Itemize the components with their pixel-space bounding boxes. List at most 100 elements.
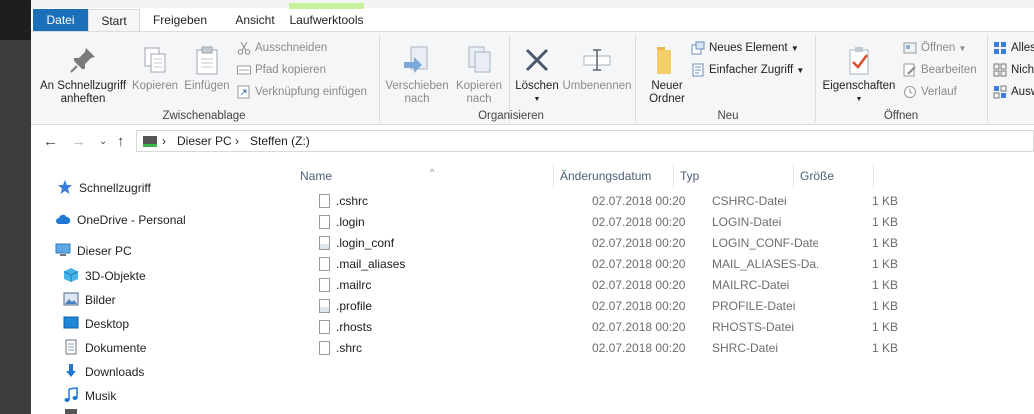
- new-folder-button[interactable]: Neuer Ordner: [641, 44, 693, 106]
- cloud-icon: [56, 214, 71, 224]
- nav-label-3d-objects: 3D-Objekte: [85, 269, 146, 283]
- group-label-zwischenablage: Zwischenablage: [162, 110, 246, 122]
- nav-item-music[interactable]: Musik: [63, 385, 116, 407]
- pin-icon: [70, 48, 95, 73]
- edit-button[interactable]: Bearbeiten: [903, 60, 977, 80]
- column-header-name[interactable]: ^ Name: [294, 164, 554, 188]
- copy-to-button[interactable]: Kopieren nach: [451, 44, 507, 106]
- delete-label: Löschen: [515, 80, 559, 92]
- file-date: 02.07.2018 00:20: [592, 278, 686, 292]
- breadcrumb-steffen[interactable]: Steffen (Z:): [250, 134, 310, 148]
- nav-item-pictures[interactable]: Bilder: [63, 289, 116, 311]
- file-name: .login_conf: [336, 236, 395, 250]
- pin-quick-access-button[interactable]: An Schnellzugriff anheften: [35, 44, 131, 106]
- select-none-label: Nich: [1011, 64, 1034, 76]
- tab-laufwerktools[interactable]: Laufwerktools: [289, 3, 364, 31]
- open-button[interactable]: Öffnen ▼: [903, 38, 966, 58]
- background-window-highlight: [0, 0, 31, 40]
- copy-path-button[interactable]: Pfad kopieren: [237, 60, 326, 80]
- paste-label: Einfügen: [184, 80, 230, 92]
- nav-label-desktop: Desktop: [85, 317, 130, 331]
- nav-item-this-pc[interactable]: Dieser PC: [55, 240, 132, 262]
- tab-freigeben[interactable]: Freigeben: [141, 9, 219, 31]
- shortcut-icon: [237, 85, 250, 99]
- nav-label-onedrive: OneDrive - Personal: [77, 213, 186, 227]
- new-item-label: Neues Element: [709, 42, 788, 54]
- move-to-button[interactable]: Verschieben nach: [385, 44, 449, 106]
- select-all-button[interactable]: Alles: [993, 38, 1034, 58]
- copy-icon: [144, 47, 166, 73]
- column-header-type[interactable]: Typ: [674, 164, 794, 188]
- file-date: 02.07.2018 00:20: [592, 194, 686, 208]
- breadcrumb-chevron-icon[interactable]: ›: [162, 134, 166, 148]
- select-none-button[interactable]: Nich: [993, 60, 1034, 80]
- cube-icon: [63, 268, 79, 282]
- easy-access-dropdown-icon: ▼: [796, 66, 805, 75]
- forward-arrow-icon[interactable]: →: [71, 133, 86, 150]
- rename-button[interactable]: Umbenennen: [561, 44, 633, 93]
- tab-datei[interactable]: Datei: [33, 9, 88, 31]
- column-label-name: Name: [300, 169, 333, 183]
- address-bar[interactable]: › Dieser PC › Steffen (Z:): [136, 130, 1034, 152]
- file-row[interactable]: .rhosts 02.07.2018 00:20 RHOSTS-Datei 1 …: [302, 317, 898, 338]
- column-header-date[interactable]: Änderungsdatum: [554, 164, 674, 188]
- file-type: RHOSTS-Datei: [712, 320, 795, 334]
- ribbon-separator: [987, 36, 988, 122]
- scissors-icon: [237, 41, 251, 55]
- properties-label: Eigenschaften: [822, 80, 896, 92]
- file-row[interactable]: .login 02.07.2018 00:20 LOGIN-Datei 1 KB: [302, 212, 898, 233]
- nav-item-quick-access[interactable]: Schnellzugriff: [57, 177, 151, 199]
- column-label-date: Änderungsdatum: [560, 169, 652, 183]
- select-all-label: Alles: [1011, 42, 1034, 54]
- file-row[interactable]: .shrc 02.07.2018 00:20 SHRC-Datei 1 KB: [302, 338, 898, 359]
- tab-ansicht[interactable]: Ansicht: [221, 9, 289, 31]
- cut-button[interactable]: Ausschneiden: [237, 38, 327, 58]
- breadcrumb-chevron-icon[interactable]: ›: [235, 134, 239, 148]
- nav-label-documents: Dokumente: [85, 341, 147, 355]
- file-size: 1 KB: [871, 215, 898, 229]
- file-row[interactable]: .mailrc 02.07.2018 00:20 MAILRC-Datei 1 …: [302, 275, 898, 296]
- file-icon: [319, 215, 330, 229]
- navigation-bar: ← → ⌄ ↑ › Dieser PC › Steffen (Z:): [31, 126, 1034, 158]
- file-row[interactable]: .mail_aliases 02.07.2018 00:20 MAIL_ALIA…: [302, 254, 898, 275]
- tab-start[interactable]: Start: [88, 9, 140, 31]
- up-arrow-icon[interactable]: ↑: [117, 133, 125, 150]
- breadcrumb-dieser-pc[interactable]: Dieser PC: [177, 134, 232, 148]
- easy-access-button[interactable]: Einfacher Zugriff ▼: [691, 60, 804, 80]
- paste-shortcut-button[interactable]: Verknüpfung einfügen: [237, 82, 367, 102]
- nav-item-downloads[interactable]: Downloads: [63, 361, 144, 383]
- new-item-button[interactable]: Neues Element ▼: [691, 38, 799, 58]
- folder-icon: [657, 47, 671, 74]
- nav-item-documents[interactable]: Dokumente: [63, 337, 146, 359]
- nav-label-pictures: Bilder: [85, 293, 116, 307]
- rename-icon: [583, 49, 611, 71]
- invert-selection-icon: [993, 85, 1007, 99]
- invert-selection-label: Ausw: [1011, 86, 1034, 98]
- column-header-size[interactable]: Größe: [794, 164, 874, 188]
- file-date: 02.07.2018 00:20: [592, 257, 686, 271]
- nav-label-quick-access: Schnellzugriff: [79, 181, 151, 195]
- paste-button[interactable]: Einfügen: [181, 44, 233, 93]
- nav-item-onedrive[interactable]: OneDrive - Personal: [55, 209, 186, 231]
- back-arrow-icon[interactable]: ←: [43, 133, 58, 150]
- file-name: .mailrc: [336, 278, 372, 292]
- file-type: CSHRC-Datei: [712, 194, 787, 208]
- copy-button[interactable]: Kopieren: [129, 44, 181, 93]
- file-row[interactable]: .profile 02.07.2018 00:20 PROFILE-Datei …: [302, 296, 898, 317]
- properties-icon: [849, 47, 869, 75]
- recent-locations-chevron-icon[interactable]: ⌄: [99, 136, 107, 147]
- history-button[interactable]: Verlauf: [903, 82, 957, 102]
- copy-path-label: Pfad kopieren: [255, 64, 326, 76]
- file-row[interactable]: .cshrc 02.07.2018 00:20 CSHRC-Datei 1 KB: [302, 191, 898, 212]
- file-type: MAIL_ALIASES-Da...: [712, 257, 818, 271]
- download-arrow-icon: [66, 364, 76, 377]
- properties-button[interactable]: Eigenschaften ▼: [819, 44, 899, 106]
- nav-item-3d-objects[interactable]: 3D-Objekte: [63, 265, 146, 287]
- nav-item-desktop[interactable]: Desktop: [63, 313, 129, 335]
- navigation-pane: Schnellzugriff OneDrive - Personal Diese…: [31, 160, 281, 414]
- copy-label: Kopieren: [131, 80, 179, 92]
- delete-button[interactable]: Löschen ▼: [513, 44, 561, 106]
- file-row[interactable]: .login_conf 02.07.2018 00:20 LOGIN_CONF-…: [302, 233, 898, 254]
- invert-selection-button[interactable]: Ausw: [993, 82, 1034, 102]
- clipboard-icon: [196, 46, 218, 75]
